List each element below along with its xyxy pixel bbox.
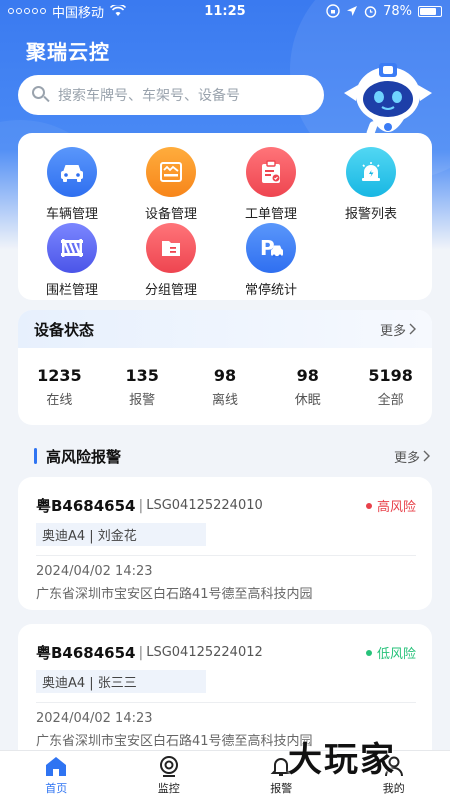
- plate-number: 粤B4684654: [36, 644, 136, 662]
- risk-badge: 高风险: [365, 496, 416, 515]
- camera-icon: [159, 756, 178, 777]
- folder-icon: [146, 223, 196, 273]
- car-icon: [47, 147, 97, 197]
- clock: 11:25: [204, 3, 246, 19]
- stat-alarm[interactable]: 135 报警: [102, 366, 182, 408]
- stat-offline[interactable]: 98 离线: [185, 366, 265, 408]
- stat-total[interactable]: 5198 全部: [351, 366, 431, 408]
- alarm-time: 2024/04/02 14:23: [36, 711, 153, 726]
- menu-item-device[interactable]: 设备管理: [121, 147, 221, 222]
- menu-label: 报警列表: [344, 207, 397, 222]
- section-accent-bar: [34, 448, 37, 464]
- robot-mascot-icon: [344, 63, 432, 145]
- menu-item-parking-stats[interactable]: P 常停统计: [221, 223, 321, 298]
- device-status-card: 设备状态 更多 1235 在线 135 报警 98 离线 98 休眠 5198 全部: [18, 310, 432, 425]
- vehicle-tag: 奥迪A4 | 刘金花: [36, 523, 206, 546]
- chevron-right-icon: [409, 323, 416, 335]
- home-icon: [46, 757, 67, 776]
- device-icon: [146, 147, 196, 197]
- menu-item-work-order[interactable]: 工单管理: [221, 147, 321, 222]
- stat-sleep[interactable]: 98 休眠: [268, 366, 348, 408]
- search-placeholder: 搜索车牌号、车架号、设备号: [58, 88, 240, 104]
- menu-label: 围栏管理: [45, 283, 98, 298]
- svg-text:P: P: [260, 236, 275, 260]
- vehicle-tag: 奥迪A4 | 张三三: [36, 670, 206, 693]
- alarm-card[interactable]: 粤B4684654 | LSG04125224010 高风险 奥迪A4 | 刘金…: [18, 477, 432, 610]
- tab-home[interactable]: 首页: [0, 751, 113, 800]
- more-link[interactable]: 更多: [380, 320, 416, 339]
- risk-dot: [365, 502, 372, 509]
- watermark: 大玩家: [288, 740, 396, 780]
- menu-label: 常停统计: [244, 283, 297, 298]
- menu-item-vehicle[interactable]: 车辆管理: [22, 147, 122, 222]
- menu-item-group[interactable]: 分组管理: [121, 223, 221, 298]
- alarm-address: 广东省深圳市宝安区白石路41号德至高科技内园: [36, 587, 313, 602]
- parking-icon: P: [246, 223, 296, 273]
- section-title: 设备状态: [34, 320, 95, 339]
- clipboard-icon: [246, 147, 296, 197]
- chevron-right-icon: [423, 450, 430, 462]
- risk-badge: 低风险: [365, 643, 416, 662]
- risk-dot: [365, 649, 372, 656]
- search-icon: [32, 86, 50, 104]
- vin-number: LSG04125224012: [146, 645, 263, 660]
- search-input[interactable]: 搜索车牌号、车架号、设备号: [18, 75, 324, 115]
- plate-number: 粤B4684654: [36, 497, 136, 515]
- menu-label: 车辆管理: [45, 207, 98, 222]
- fence-icon: [47, 223, 97, 273]
- stat-online[interactable]: 1235 在线: [19, 366, 99, 408]
- vin-number: LSG04125224010: [146, 498, 263, 513]
- alarm-time: 2024/04/02 14:23: [36, 564, 153, 579]
- section-title: 高风险报警: [46, 447, 122, 466]
- app-title: 聚瑞云控: [26, 40, 110, 64]
- alarm-icon: [346, 147, 396, 197]
- menu-label: 分组管理: [144, 283, 197, 298]
- menu-label: 工单管理: [244, 207, 297, 222]
- battery-icon: [418, 5, 442, 17]
- status-bar: 中国移动 11:25 78%: [0, 0, 450, 22]
- high-risk-header: 高风险报警 更多: [34, 445, 430, 467]
- menu-item-alarm-list[interactable]: 报警列表: [321, 147, 421, 222]
- function-menu: 车辆管理 设备管理 工单管理 报警列表 围栏管理 分组管理 P 常停统计: [18, 133, 432, 300]
- tab-monitor[interactable]: 监控: [113, 751, 226, 800]
- menu-item-fence[interactable]: 围栏管理: [22, 223, 122, 298]
- more-link[interactable]: 更多: [394, 447, 430, 466]
- menu-label: 设备管理: [144, 207, 197, 222]
